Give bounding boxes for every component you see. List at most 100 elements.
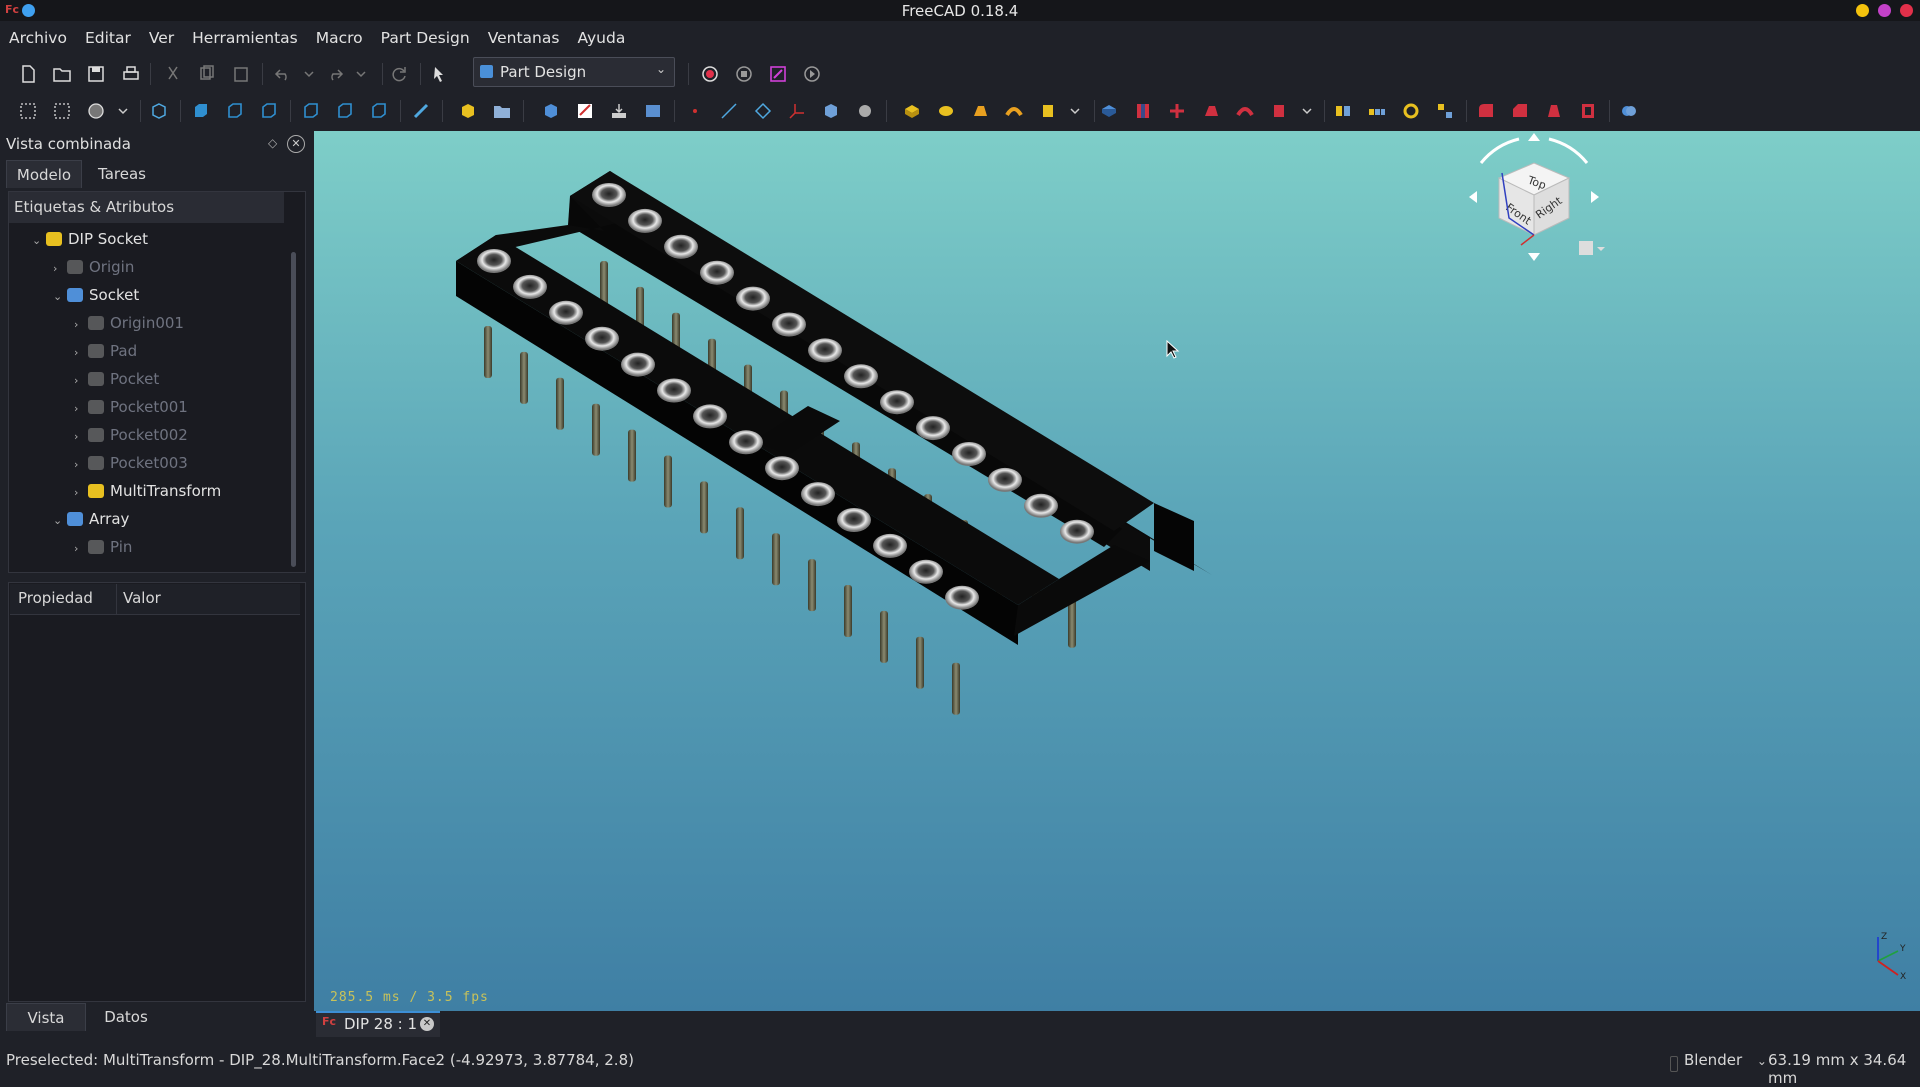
isometric-view-icon[interactable] (146, 98, 172, 124)
tree-item[interactable]: › Pin (74, 535, 132, 559)
local-cs-icon[interactable] (784, 98, 810, 124)
tree-item[interactable]: › MultiTransform (74, 479, 221, 503)
dip-socket-model[interactable] (314, 131, 1920, 1011)
draw-style-icon[interactable] (83, 98, 109, 124)
tree-item[interactable]: › Pad (74, 339, 137, 363)
tree-item[interactable]: ⌄ DIP Socket (32, 227, 148, 251)
groove-icon[interactable] (1164, 98, 1190, 124)
refresh-icon[interactable] (386, 61, 412, 87)
chevron-right-icon[interactable]: › (74, 313, 88, 337)
tab-modelo[interactable]: Modelo (6, 160, 82, 188)
minimize-button[interactable] (1856, 4, 1869, 17)
right-view-icon[interactable] (256, 98, 282, 124)
workbench-selector[interactable]: Part Design ⌄ (473, 57, 675, 87)
save-icon[interactable] (83, 61, 109, 87)
thickness-icon[interactable] (1575, 98, 1601, 124)
rear-view-icon[interactable] (298, 98, 324, 124)
tree-item[interactable]: › Origin001 (74, 311, 184, 335)
additive-primitive-icon[interactable] (1035, 98, 1061, 124)
close-tab-icon[interactable]: ✕ (420, 1017, 434, 1031)
revolution-icon[interactable] (933, 98, 959, 124)
mirrored-icon[interactable] (1330, 98, 1356, 124)
multitransform-icon[interactable] (1432, 98, 1458, 124)
chevron-down-icon[interactable]: ⌄ (53, 285, 67, 309)
property-column-header[interactable]: Propiedad (18, 589, 93, 607)
draft-icon[interactable] (1541, 98, 1567, 124)
chevron-right-icon[interactable]: › (53, 257, 67, 281)
chevron-right-icon[interactable]: › (74, 481, 88, 505)
linear-pattern-icon[interactable] (1364, 98, 1390, 124)
shape-binder-icon[interactable] (818, 98, 844, 124)
menu-part-design[interactable]: Part Design (372, 29, 479, 47)
chevron-right-icon[interactable]: › (74, 453, 88, 477)
datum-point-icon[interactable] (682, 98, 708, 124)
subtractive-loft-icon[interactable] (1198, 98, 1224, 124)
tree-scrollbar[interactable] (291, 252, 296, 567)
left-view-icon[interactable] (366, 98, 392, 124)
front-view-icon[interactable] (188, 98, 214, 124)
box-select-icon[interactable] (15, 98, 41, 124)
tree-item[interactable]: › Pocket003 (74, 451, 188, 475)
subtractive-primitive-dropdown-icon[interactable] (1294, 98, 1320, 124)
tab-datos[interactable]: Datos (90, 1003, 162, 1031)
fillet-icon[interactable] (1473, 98, 1499, 124)
draw-style-dropdown-icon[interactable] (110, 98, 136, 124)
tree-item[interactable]: ⌄ Socket (53, 283, 139, 307)
subtractive-primitive-icon[interactable] (1266, 98, 1292, 124)
stop-macro-icon[interactable] (731, 61, 757, 87)
3d-view[interactable]: Top Front Right Z Y X (314, 131, 1920, 1011)
tree-item[interactable]: › Pocket002 (74, 423, 188, 447)
top-view-icon[interactable] (222, 98, 248, 124)
whats-this-icon[interactable] (428, 61, 454, 87)
cut-icon[interactable] (160, 61, 186, 87)
subtractive-pipe-icon[interactable] (1232, 98, 1258, 124)
tree-item[interactable]: › Pocket (74, 367, 159, 391)
document-tab[interactable]: Fc DIP 28 : 1 ✕ (316, 1011, 440, 1037)
tab-tareas[interactable]: Tareas (86, 160, 158, 188)
float-panel-icon[interactable]: ◇ (268, 136, 277, 150)
copy-icon[interactable] (194, 61, 220, 87)
measure-icon[interactable] (408, 98, 434, 124)
redo-dropdown-icon[interactable] (348, 61, 374, 87)
undo-icon[interactable] (270, 61, 296, 87)
open-folder-icon[interactable] (49, 61, 75, 87)
run-macro-icon[interactable] (799, 61, 825, 87)
datum-plane-icon[interactable] (750, 98, 776, 124)
pad-icon[interactable] (899, 98, 925, 124)
sub-shape-binder-icon[interactable] (852, 98, 878, 124)
create-body-icon[interactable] (538, 98, 564, 124)
navigation-cube[interactable]: Top Front Right (1459, 131, 1609, 273)
clone-icon[interactable] (640, 98, 666, 124)
menu-ayuda[interactable]: Ayuda (568, 29, 634, 47)
maximize-button[interactable] (1878, 4, 1891, 17)
create-sketch-icon[interactable] (572, 98, 598, 124)
chamfer-icon[interactable] (1507, 98, 1533, 124)
additive-primitive-dropdown-icon[interactable] (1062, 98, 1088, 124)
value-column-header[interactable]: Valor (123, 589, 161, 607)
chevron-right-icon[interactable]: › (74, 369, 88, 393)
create-part-icon[interactable] (455, 98, 481, 124)
chevron-right-icon[interactable]: › (74, 397, 88, 421)
menu-herramientas[interactable]: Herramientas (183, 29, 307, 47)
chevron-right-icon[interactable]: › (74, 425, 88, 449)
navigation-style-selector[interactable]: Blender ⌄ (1684, 1051, 1767, 1069)
hole-icon[interactable] (1130, 98, 1156, 124)
menu-archivo[interactable]: Archivo (0, 29, 76, 47)
create-group-icon[interactable] (489, 98, 515, 124)
chevron-down-icon[interactable]: ⌄ (53, 509, 67, 533)
additive-loft-icon[interactable] (967, 98, 993, 124)
chevron-right-icon[interactable]: › (74, 537, 88, 561)
print-icon[interactable] (118, 61, 144, 87)
tree-item[interactable]: › Origin (53, 255, 134, 279)
menu-editar[interactable]: Editar (76, 29, 140, 47)
paste-icon[interactable] (228, 61, 254, 87)
tab-vista[interactable]: Vista (6, 1003, 86, 1031)
box-element-select-icon[interactable] (49, 98, 75, 124)
datum-line-icon[interactable] (716, 98, 742, 124)
undo-dropdown-icon[interactable] (296, 61, 322, 87)
chevron-down-icon[interactable]: ⌄ (32, 229, 46, 253)
redo-icon[interactable] (322, 61, 348, 87)
menu-macro[interactable]: Macro (307, 29, 372, 47)
menu-ventanas[interactable]: Ventanas (479, 29, 569, 47)
menu-ver[interactable]: Ver (140, 29, 183, 47)
